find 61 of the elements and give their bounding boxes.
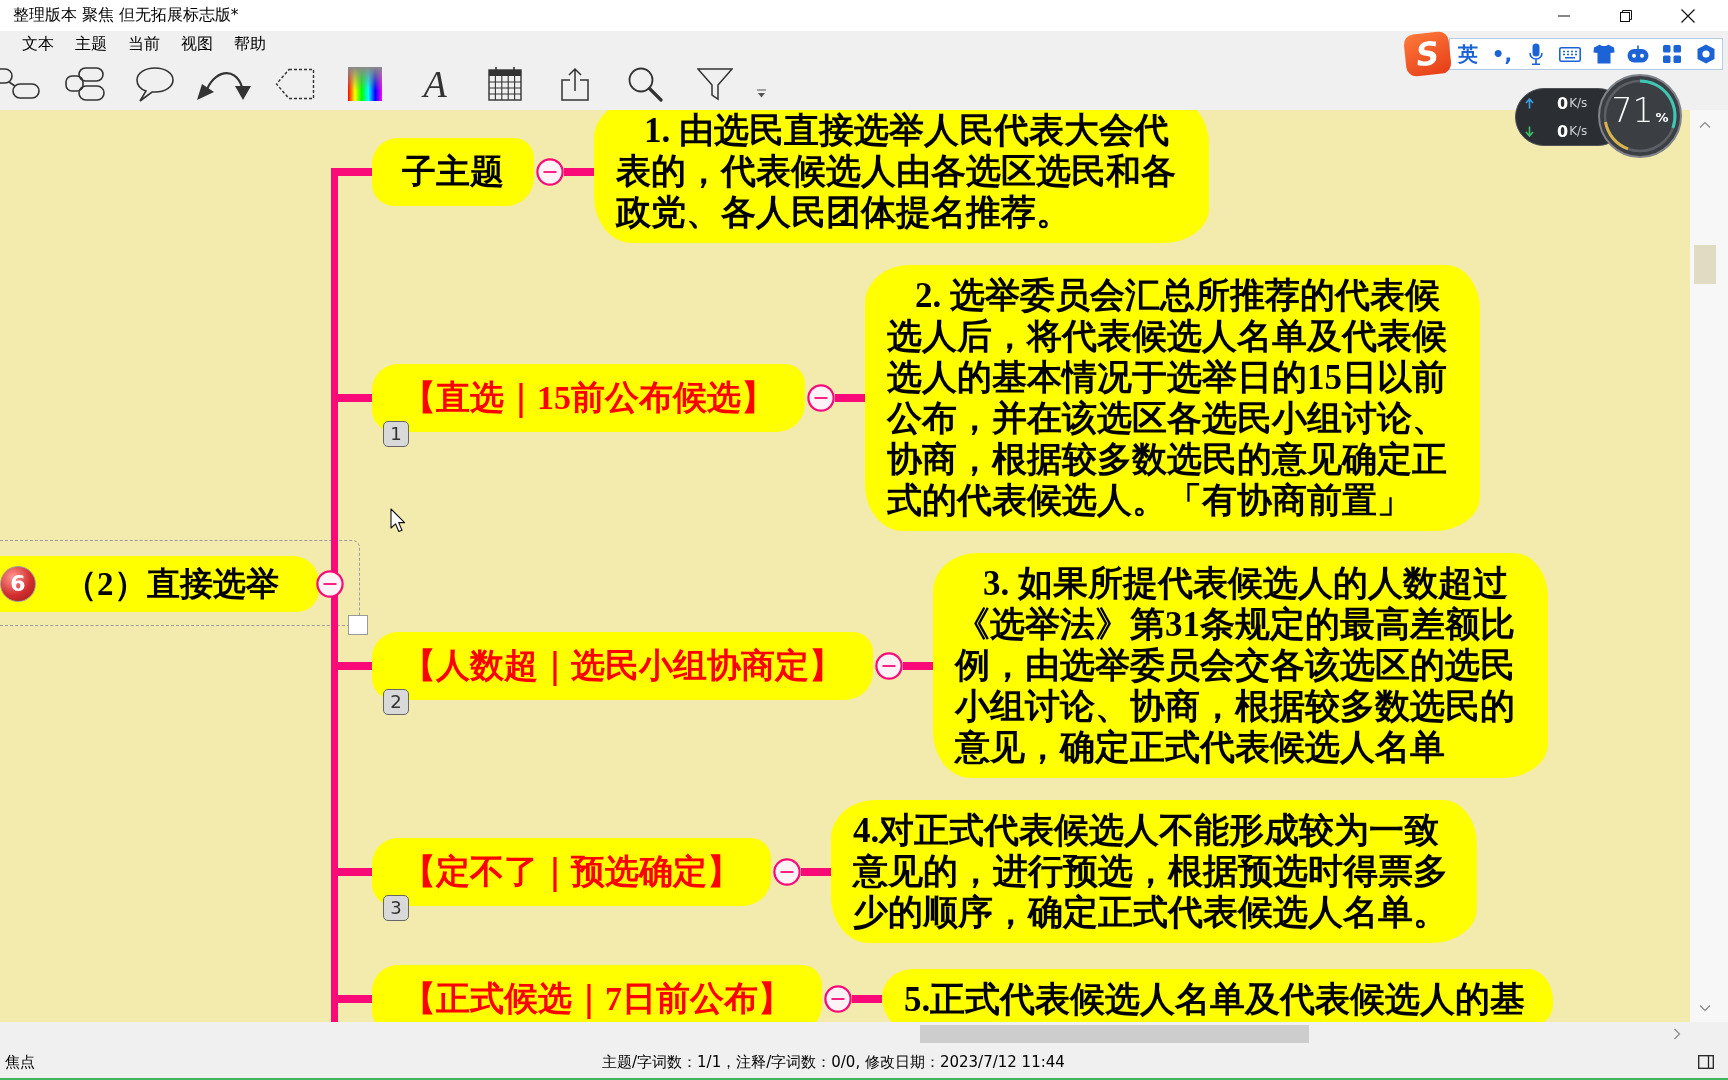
share-icon[interactable] [560,67,590,101]
panel-toggle-icon[interactable] [1698,1055,1714,1069]
scrollbar-thumb[interactable] [920,1025,1309,1043]
upload-arrow-icon [1525,97,1534,109]
note-text: 3. 如果所提代表候选人的人数超过《选举法》第31条规定的最高差额比例，由选举委员会交各该选区的选民小组讨论、协商，根据较多数选民的意见，确定正式代表候选人名单 [933,553,1548,778]
number-badge: 2 [383,688,409,715]
menu-item[interactable]: 视图 [171,34,223,55]
overflow-caret-icon[interactable] [756,89,767,98]
shirt-icon[interactable] [1593,44,1615,64]
topic-shapes-icon[interactable] [0,68,40,100]
speed-unit: K/s [1569,96,1588,110]
collapse-icon[interactable] [315,570,344,598]
scroll-up-icon[interactable] [1699,121,1711,128]
close-icon[interactable] [1681,8,1695,23]
mouse-pointer-icon [390,508,406,533]
vertical-scrollbar[interactable] [1690,110,1728,1022]
note-text: 1. 由选民直接选举人民代表大会代表的，代表候选人由各选区选民和各政党、各人民团体提名推荐。 [594,110,1209,243]
subtopics-icon[interactable] [65,67,105,101]
speed-value: 0 [1557,93,1569,113]
speed-unit: K/s [1569,124,1588,138]
robot-icon[interactable] [1627,45,1649,63]
resize-handle[interactable] [348,615,368,635]
collapse-icon[interactable] [536,157,564,186]
collapse-icon[interactable] [875,651,903,680]
number-badge: 3 [383,894,409,921]
scroll-down-icon[interactable] [1699,1005,1711,1012]
note-text: 4.对正式代表候选人不能形成较为一致意见的，进行预选，根据预选时得票多少的顺序，确定正式代表候选人名单。 [831,800,1477,943]
collapse-icon[interactable] [773,857,801,886]
input-mode-toggle[interactable]: 英 [1458,44,1478,64]
menu-item[interactable]: 主题 [65,34,117,55]
menu-item[interactable]: 当前 [118,34,170,55]
topic-node[interactable]: 【正式候选｜7日前公布】 [372,965,822,1022]
note-text: 2. 选举委员会汇总所推荐的代表候选人后，将代表候选人名单及代表候选人的基本情况于选举日的15日以前公布，并在该选区各选民小组讨论、协商，根据较多数选民的意见确定正式的代表候选人。「有协商前置」 [865,265,1480,531]
number-badge: 1 [383,421,409,447]
status-text: 焦点 [4,1052,36,1072]
hexagon-icon[interactable] [1696,44,1716,64]
document-stats-text: 主题/字词数：1/1，注释/字词数：0/0, 修改日期：2023/7/12 11:44 [602,1052,1066,1072]
topic-node[interactable]: 子主题 [372,137,534,206]
keyboard-icon[interactable] [1559,46,1581,62]
search-icon[interactable] [627,66,663,102]
punctuation-toggle[interactable]: •, [1491,44,1513,64]
collapse-icon[interactable] [807,384,835,412]
minimize-icon[interactable] [1558,14,1570,17]
note-text: 5.正式代表候选人名单及代表候选人的基 [882,968,1553,1022]
download-arrow-icon [1525,125,1534,137]
window-title: 整理版本 聚焦 但无拓展标志版* [12,5,240,26]
font-button[interactable]: A [423,65,447,103]
filter-icon[interactable] [697,67,733,101]
menu-item[interactable]: 文本 [12,34,64,55]
apps-grid-icon[interactable] [1663,45,1681,63]
menu-item[interactable]: 帮助 [224,34,276,55]
usage-value: 71 [1611,94,1654,127]
usage-unit: % [1655,110,1669,125]
microphone-icon[interactable] [1529,43,1543,65]
speech-bubble-icon[interactable] [135,66,175,102]
speed-value: 0 [1557,121,1569,141]
restore-icon[interactable] [1620,9,1632,22]
dashed-boundary-icon[interactable] [275,68,315,100]
scrollbar-thumb[interactable] [1694,245,1716,284]
calendar-icon[interactable] [488,67,522,101]
collapse-icon[interactable] [824,985,852,1013]
